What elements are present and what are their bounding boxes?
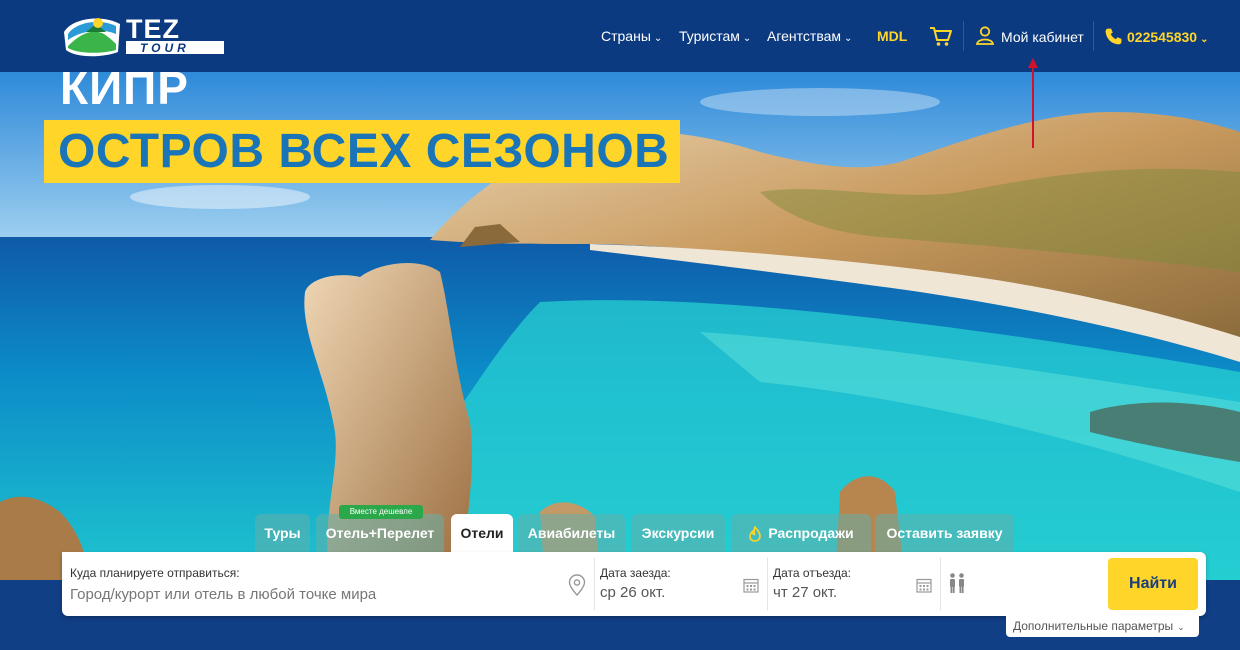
more-params-toggle[interactable]: Дополнительные параметры ⌄ [1006,616,1199,637]
destination-label: Куда планируете отправиться: [70,566,240,580]
hero-subtitle: ОСТРОВ ВСЕХ СЕЗОНОВ [58,125,670,178]
hero-subtitle-banner: ОСТРОВ ВСЕХ СЕЗОНОВ [44,120,680,183]
cart-icon[interactable] [929,24,953,48]
checkout-label: Дата отъезда: [773,566,851,580]
calendar-icon[interactable] [743,577,759,593]
chevron-down-icon: ⌄ [1200,34,1209,45]
phone-number[interactable]: 022545830 ⌄ [1127,28,1208,49]
my-cabinet-link[interactable]: Мой кабинет [1001,28,1084,46]
guests-icon[interactable] [946,572,968,594]
field-divider [767,558,768,610]
checkin-label: Дата заезда: [600,566,671,580]
hero-banner: КИПР ОСТРОВ ВСЕХ СЕЗОНОВ [0,72,1240,580]
checkout-date-field[interactable]: чт 27 окт. [773,584,837,602]
site-header: TEZ TOUR Страны ⌄ Туристам ⌄ Агентствам ⌄ M… [0,0,1240,72]
chevron-down-icon: ⌄ [653,33,663,44]
phone-icon [1105,28,1122,45]
field-divider [594,558,595,610]
annotation-arrow [1028,58,1038,148]
nav-agencies[interactable]: Агентствам ⌄ [767,27,852,48]
svg-text:TOUR: TOUR [140,41,190,55]
cheaper-together-badge: Вместе дешевле [339,505,423,519]
field-divider [940,558,941,610]
destination-input[interactable]: Город/курорт или отель в любой точке мир… [70,586,376,604]
header-divider [963,21,964,51]
chevron-down-icon: ⌄ [844,33,853,44]
tab-flights[interactable]: Авиабилеты [518,514,625,552]
chevron-down-icon: ⌄ [1177,622,1185,632]
checkin-date-field[interactable]: ср 26 окт. [600,584,665,602]
tab-tours[interactable]: Туры [255,514,310,552]
tab-hotels[interactable]: Отели [451,514,513,552]
flame-icon [749,526,762,543]
svg-text:TEZ: TEZ [126,14,180,44]
tab-leave-request[interactable]: Оставить заявку [875,514,1014,552]
chevron-down-icon: ⌄ [742,33,752,44]
currency-selector[interactable]: MDL [877,27,907,45]
tab-excursions[interactable]: Экскурсии [631,514,725,552]
user-icon[interactable] [975,25,995,45]
tab-sales[interactable]: Распродажи [731,514,871,552]
hotel-search-form: Куда планируете отправиться: Город/курор… [62,552,1206,616]
find-button[interactable]: Найти [1108,558,1198,610]
tez-tour-logo[interactable]: TEZ TOUR [62,12,227,58]
header-divider [1093,21,1094,51]
nav-countries[interactable]: Страны ⌄ [601,27,662,48]
nav-tourists[interactable]: Туристам ⌄ [679,27,751,48]
hero-title: КИПР [60,72,189,114]
calendar-icon[interactable] [916,577,932,593]
tab-hotel-flight[interactable]: Отель+Перелет [316,514,444,552]
location-pin-icon [568,574,586,596]
